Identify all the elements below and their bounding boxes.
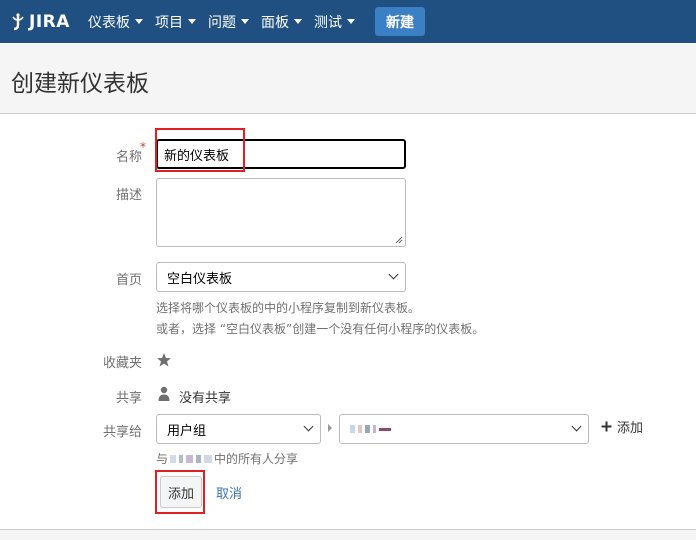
share-type-select[interactable]: 用户组 (156, 414, 321, 444)
add-shares-label: 共享给 (102, 425, 142, 440)
chevron-down-icon (188, 19, 196, 24)
redaction-block (196, 454, 202, 463)
share-hint: 与 中的所有人分享 (156, 450, 298, 467)
share-hint-suffix: 中的所有人分享 (214, 452, 299, 466)
redaction-block (170, 454, 177, 463)
nav-tests[interactable]: 测试 (314, 12, 355, 32)
start-help-line-2: 或者，选择 “空白仪表板”创建一个没有任何小程序的仪表板。 (156, 322, 485, 336)
nav-dashboards-label: 仪表板 (88, 14, 130, 31)
description-textarea[interactable] (156, 178, 406, 247)
nav-issues-label: 问题 (208, 14, 236, 31)
share-hint-prefix: 与 (156, 452, 169, 466)
resize-grip-icon[interactable] (395, 236, 403, 244)
shares-label: 共享 (115, 391, 142, 406)
redaction-block (379, 427, 391, 431)
plus-icon (601, 421, 612, 432)
redacted-group-name (350, 425, 391, 433)
page-header: 创建新仪表板 (0, 43, 696, 114)
redaction-block (365, 425, 370, 433)
nav-tests-label: 测试 (314, 14, 342, 31)
start-from-selected: 空白仪表板 (167, 271, 233, 287)
nav-dashboards[interactable]: 仪表板 (88, 12, 143, 32)
page-title: 创建新仪表板 (11, 71, 149, 97)
redacted-group-name (170, 454, 213, 463)
nav-projects[interactable]: 项目 (155, 12, 196, 32)
name-label: 名称 (115, 150, 142, 165)
required-mark: * (140, 140, 146, 154)
footer-divider (0, 529, 696, 540)
redaction-block (179, 454, 184, 463)
redaction-block (350, 425, 355, 433)
share-group-select[interactable] (339, 414, 589, 444)
description-label: 描述 (115, 188, 142, 203)
redaction-block (186, 454, 194, 463)
jira-logo-icon (12, 12, 24, 30)
nav-issues[interactable]: 问题 (208, 12, 249, 32)
logo-text: JIRA (29, 11, 70, 32)
chevron-down-icon (294, 19, 302, 24)
arrow-right-icon (328, 424, 332, 432)
shares-value: 没有共享 (179, 391, 232, 406)
redaction-block (358, 425, 362, 433)
star-icon[interactable] (156, 352, 172, 368)
start-help-line-1: 选择将哪个仪表板的中的小程序复制到新仪表板。 (156, 301, 421, 315)
redaction-block (204, 454, 213, 463)
add-share-button[interactable]: 添加 (601, 417, 643, 436)
chevron-down-icon (241, 19, 249, 24)
person-icon (158, 386, 170, 401)
share-type-selected: 用户组 (167, 423, 207, 439)
nav-projects-label: 项目 (155, 14, 183, 31)
add-share-label: 添加 (617, 421, 644, 436)
jira-logo[interactable]: JIRA (10, 12, 76, 32)
start-from-label: 首页 (115, 273, 142, 288)
create-button[interactable]: 新建 (375, 7, 425, 36)
start-from-select[interactable]: 空白仪表板 (156, 262, 406, 292)
nav-boards[interactable]: 面板 (261, 12, 302, 32)
chevron-down-icon (571, 421, 582, 432)
nav-boards-label: 面板 (261, 14, 289, 31)
chevron-down-icon (388, 269, 399, 280)
chevron-down-icon (135, 19, 143, 24)
annotation-box-name (155, 128, 245, 172)
top-navigation-bar: JIRA 仪表板 项目 问题 面板 测试 新建 (0, 0, 696, 43)
redaction-block (373, 425, 376, 433)
cancel-link[interactable]: 取消 (216, 483, 242, 502)
favourite-label: 收藏夹 (102, 356, 142, 371)
chevron-down-icon (303, 421, 314, 432)
annotation-box-submit (155, 470, 205, 514)
chevron-down-icon (347, 19, 355, 24)
